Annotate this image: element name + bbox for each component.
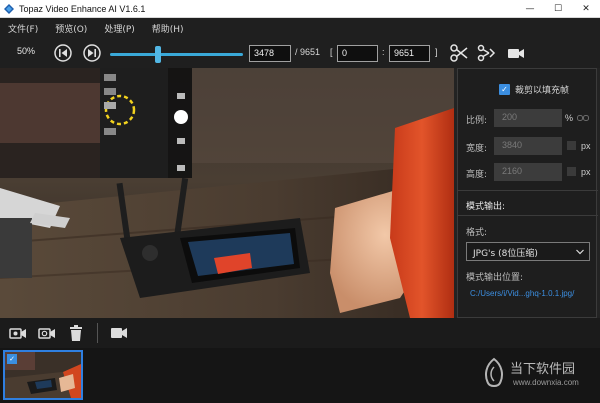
format-select[interactable]: JPG's (8位压缩) — [466, 242, 590, 261]
output-location-label: 模式输出位置: — [466, 273, 524, 283]
output-path-link[interactable]: C:/Users/i/Vid...ghq-1.0.1.jpg/ — [470, 289, 574, 298]
title-bar: Topaz Video Enhance AI V1.6.1 — ☐ ✕ — [0, 0, 600, 18]
range-close-bracket: ] — [435, 47, 438, 57]
scale-label: 比例: — [466, 116, 488, 126]
range-end-input[interactable]: 9651 — [389, 45, 430, 62]
app-window: Topaz Video Enhance AI V1.6.1 — ☐ ✕ 文件(F… — [0, 0, 600, 403]
import-video-icon[interactable] — [38, 324, 56, 342]
settings-panel-inner: ✓ 裁剪以填充帧 比例: 200 % 宽度: 3840 px 高度: 2160 … — [457, 68, 598, 318]
settings-panel: ✓ 裁剪以填充帧 比例: 200 % 宽度: 3840 px 高度: 2160 … — [454, 68, 600, 318]
total-frames-label: / 9651 — [295, 47, 321, 57]
panel-divider-2 — [458, 215, 598, 216]
width-input[interactable]: 3840 — [494, 137, 562, 155]
menu-preview[interactable]: 预览(O) — [55, 22, 87, 35]
thumbnail-checkbox[interactable]: ✓ — [7, 354, 17, 364]
height-input[interactable]: 2160 — [494, 163, 562, 181]
scale-unit: % — [565, 113, 574, 123]
format-label: 格式: — [466, 228, 488, 238]
range-start-input[interactable]: 0 — [337, 45, 378, 62]
watermark-url: www.downxia.com — [513, 378, 579, 387]
menu-process[interactable]: 处理(P) — [104, 22, 134, 35]
menu-help[interactable]: 帮助(H) — [152, 22, 184, 35]
crop-fill-row[interactable]: ✓ 裁剪以填充帧 — [499, 83, 569, 96]
window-controls: — ☐ ✕ — [516, 0, 600, 18]
crop-fill-checkbox[interactable]: ✓ — [499, 84, 510, 95]
timeline-slider-thumb[interactable] — [154, 46, 161, 63]
format-selected-value: JPG's (8位压缩) — [473, 249, 538, 259]
output-section-title: 模式输出: — [466, 202, 506, 212]
video-preview[interactable] — [0, 68, 454, 318]
close-button[interactable]: ✕ — [572, 0, 600, 18]
height-label: 高度: — [466, 170, 488, 180]
preview-frame-image — [0, 68, 454, 318]
panel-divider — [458, 190, 598, 191]
toolbar-separator — [97, 323, 98, 343]
minimize-button[interactable]: — — [516, 0, 544, 18]
toolbar: 50% 3478 / 9651 [ 0 : 9651 ] — [0, 38, 600, 68]
timeline-slider-track[interactable] — [110, 53, 243, 56]
width-stepper[interactable] — [567, 141, 576, 150]
width-label: 宽度: — [466, 144, 488, 154]
link-icon[interactable] — [577, 113, 589, 123]
bottom-toolbar — [0, 318, 600, 348]
camera-icon[interactable] — [506, 43, 526, 63]
height-stepper[interactable] — [567, 167, 576, 176]
add-video-icon[interactable] — [9, 324, 27, 342]
zoom-level[interactable]: 50% — [17, 46, 35, 56]
maximize-button[interactable]: ☐ — [544, 0, 572, 18]
prev-frame-icon[interactable] — [53, 43, 73, 63]
menu-bar: 文件(F) 预览(O) 处理(P) 帮助(H) — [0, 18, 600, 38]
watermark-logo — [485, 357, 503, 387]
crop-fill-label: 裁剪以填充帧 — [515, 86, 570, 96]
watermark-title: 当下软件园 — [510, 362, 576, 377]
trash-icon[interactable] — [67, 324, 85, 342]
video-output-icon[interactable] — [110, 324, 128, 342]
trim-icon[interactable] — [477, 43, 497, 63]
height-unit: px — [581, 167, 591, 177]
range-open-bracket: [ — [330, 47, 333, 57]
cut-icon[interactable] — [449, 43, 469, 63]
chevron-down-icon — [576, 249, 584, 255]
current-frame-input[interactable]: 3478 — [249, 45, 291, 62]
next-frame-icon[interactable] — [82, 43, 102, 63]
topaz-logo-icon — [4, 3, 14, 14]
menu-file[interactable]: 文件(F) — [8, 22, 38, 35]
window-title: Topaz Video Enhance AI V1.6.1 — [19, 3, 146, 14]
scale-input[interactable]: 200 — [494, 109, 562, 127]
width-unit: px — [581, 141, 591, 151]
range-separator: : — [382, 47, 385, 57]
video-thumbnail[interactable]: ✓ — [3, 350, 83, 400]
